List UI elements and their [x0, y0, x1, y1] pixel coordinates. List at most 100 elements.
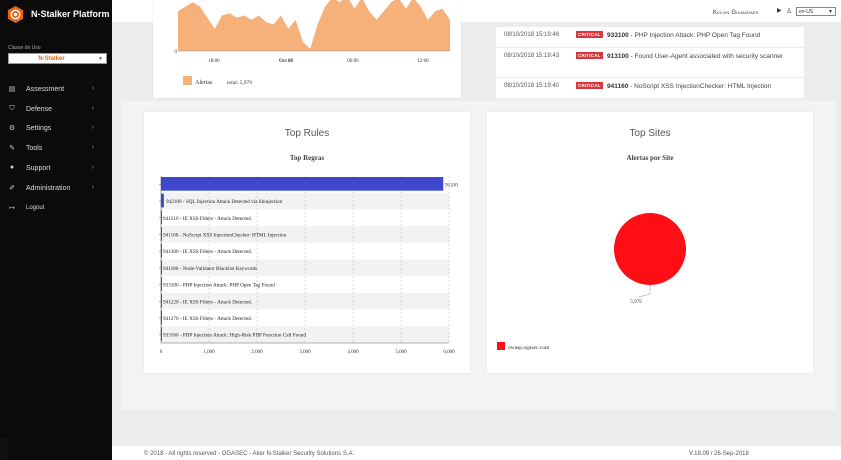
- bar: [161, 327, 162, 341]
- alert-id: 941160: [607, 83, 629, 90]
- wrench-icon: ✎: [9, 145, 15, 152]
- bar: [161, 293, 162, 308]
- sidebar-item-label: Defense: [26, 106, 53, 113]
- class-select-value: N-Stalker: [38, 56, 65, 62]
- x-tick-label: 06:00: [347, 59, 359, 64]
- top-sites-card: Top Sites Alertas por Site 5,979 owasp.o…: [487, 112, 813, 373]
- x-tick-label: 0: [160, 350, 163, 355]
- sidebar-bottom-strip: [0, 438, 8, 460]
- alert-id: 933100: [607, 32, 629, 39]
- bar-category-label: 942100 - SQL Injection Attack Detected v…: [166, 199, 283, 205]
- chart-icon: ▤: [8, 86, 16, 93]
- bar: [161, 243, 162, 258]
- x-tick-label: 1,000: [203, 350, 215, 355]
- bar-category-label: 933160 - PHP Injection Attack: High-Risk…: [163, 333, 306, 339]
- bar: [161, 277, 162, 291]
- bar: [161, 210, 162, 225]
- bar-category-label: 941220 - IE XSS Filters - Attack Detecte…: [163, 299, 252, 305]
- x-tick-label: 4,000: [347, 350, 359, 355]
- bar-category-label: 941300 - IE XSS Filters - Attack Detecte…: [163, 249, 252, 255]
- bar-category-label: 941270 - IE XSS Filters - Attack Detecte…: [163, 316, 252, 322]
- top-rules-bar-chart: 942100 - SQL Injection Attack Detected v…: [159, 176, 458, 355]
- sidebar-item-defense[interactable]: ⛉ Defense ›: [0, 103, 112, 117]
- user-name[interactable]: Kelvin Guimaraes: [713, 10, 759, 16]
- sidebar-item-label: Administration: [26, 185, 71, 192]
- alert-text: PHP Injection Attack: PHP Open Tag Found: [634, 32, 761, 39]
- legend-label: owasp.ogasec.com: [508, 345, 550, 351]
- sidebar-item-support[interactable]: ● Support ›: [0, 162, 112, 176]
- chevron-right-icon: ›: [91, 105, 94, 112]
- alert-time: 08/10/2018 15:19:46: [504, 32, 560, 38]
- bar-category-label: 941160 - NoScript XSS InjectionChecker: …: [163, 232, 287, 238]
- footer: © 2018 - All rights reserved - OGASEC - …: [112, 446, 841, 460]
- severity-badge: CRITICAL: [576, 52, 603, 59]
- sidebar: N-Stalker Platform Classe de Uso N-Stalk…: [0, 0, 112, 460]
- legend-label: Alertas: [195, 80, 213, 86]
- sidebar-item-label: Tools: [26, 145, 43, 152]
- x-tick-label: 6,000: [443, 350, 455, 355]
- alert-id: 913100: [607, 53, 629, 60]
- bar: [161, 193, 164, 208]
- x-tick-label: 3,000: [299, 350, 311, 355]
- alert-message: 933100 - PHP Injection Attack: PHP Open …: [607, 32, 761, 39]
- pie-label-line: [638, 293, 651, 298]
- legend-swatch: [183, 76, 192, 85]
- edit-icon: ✐: [9, 185, 15, 192]
- user-icon: ●: [9, 164, 15, 171]
- n-stalker-logo-icon: [7, 6, 24, 23]
- x-tick-label: 2,000: [251, 350, 263, 355]
- language-select[interactable]: en-US ▼: [796, 7, 836, 16]
- sidebar-item-administration[interactable]: ✐ Administration ›: [0, 182, 112, 196]
- sidebar-item-settings[interactable]: ⚙ Settings ›: [0, 122, 112, 136]
- sidebar-item-label: Support: [26, 165, 51, 172]
- bar-category-label: 941210 - IE XSS Filters - Attack Detecte…: [163, 216, 252, 222]
- sidebar-item-label: Settings: [26, 125, 52, 132]
- alert-row[interactable]: 08/10/2018 15:19:40 CRITICAL 941160 - No…: [496, 77, 804, 98]
- x-tick-label: 5,000: [395, 350, 407, 355]
- person-icon[interactable]: ♙: [786, 7, 792, 15]
- y-tick-label: 0: [175, 50, 178, 55]
- bar-category-label: 933100 - PHP Injection Attack: PHP Open …: [163, 283, 275, 289]
- sidebar-item-logout[interactable]: ↦ Logout: [0, 202, 112, 216]
- alert-row[interactable]: 08/10/2018 15:19:46 CRITICAL 933100 - PH…: [496, 26, 804, 48]
- alert-text: Found User-Agent associated with securit…: [634, 53, 783, 60]
- footer-version: V.18.09 / 26-Sep-2018: [689, 451, 749, 457]
- x-tick-label: 12:00: [417, 59, 429, 64]
- bar: [161, 260, 162, 275]
- brand[interactable]: N-Stalker Platform: [0, 0, 112, 30]
- footer-copyright: © 2018 - All rights reserved - OGASEC - …: [144, 451, 355, 457]
- x-tick-label: Oct 08: [279, 59, 294, 64]
- chevron-right-icon: ›: [91, 144, 94, 151]
- chevron-down-icon: ▼: [98, 56, 103, 62]
- alert-row[interactable]: 08/10/2018 15:19:43 CRITICAL 913100 - Fo…: [496, 47, 804, 78]
- legend-total: total: 5,979: [227, 80, 252, 86]
- sidebar-item-assessment[interactable]: ▤ Assessment ›: [0, 83, 112, 97]
- alert-time: 08/10/2018 15:19:40: [504, 83, 560, 89]
- shield-icon: ⛉: [9, 105, 15, 112]
- language-value: en-US: [799, 9, 814, 15]
- alerts-area-chart: 0 18:00 Oct 08 06:00 12:00 Alertas total…: [175, 0, 450, 86]
- pie-slice: [614, 213, 686, 285]
- area-series: [178, 0, 450, 51]
- alert-message: 913100 - Found User-Agent associated wit…: [607, 53, 783, 60]
- severity-badge: CRITICAL: [576, 31, 603, 38]
- top-sites-pie-chart: 5,979 owasp.ogasec.com: [497, 213, 686, 351]
- bar: [161, 227, 162, 241]
- play-icon[interactable]: ▶: [777, 7, 782, 14]
- logout-icon: ↦: [9, 205, 15, 212]
- gears-icon: ⚙: [8, 125, 16, 132]
- alerts-timeline-card: 0 18:00 Oct 08 06:00 12:00 Alertas total…: [153, 0, 461, 98]
- chevron-right-icon: ›: [91, 85, 94, 92]
- app-title: N-Stalker Platform: [31, 9, 110, 19]
- sidebar-item-label: Assessment: [26, 86, 65, 93]
- bar: [161, 310, 162, 325]
- chevron-right-icon: ›: [91, 184, 94, 191]
- sidebar-item-tools[interactable]: ✎ Tools ›: [0, 142, 112, 156]
- class-label: Classe de Uso: [8, 45, 41, 51]
- severity-badge: CRITICAL: [576, 82, 603, 89]
- chevron-right-icon: ›: [91, 124, 94, 131]
- sidebar-item-label: Logout: [26, 205, 45, 211]
- alert-message: 941160 - NoScript XSS InjectionChecker: …: [607, 83, 772, 90]
- alert-time: 08/10/2018 15:19:43: [504, 53, 560, 59]
- class-select[interactable]: N-Stalker ▼: [8, 53, 107, 64]
